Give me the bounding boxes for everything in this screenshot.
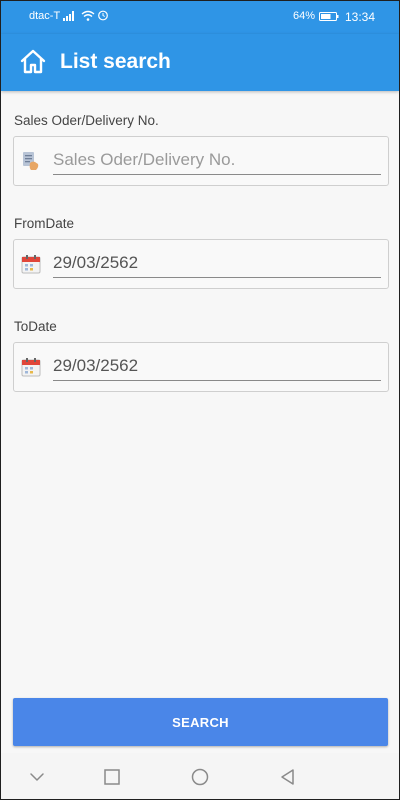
sales-order-field (13, 136, 389, 186)
app-bar: List search (1, 34, 399, 91)
back-icon[interactable] (279, 768, 297, 786)
to-date-label: ToDate (14, 319, 57, 334)
status-bar: dtac-T 64% 13:34 (1, 1, 399, 34)
from-date-label: FromDate (14, 216, 75, 231)
battery-icon (319, 12, 339, 21)
battery-percent: 64% (293, 10, 316, 22)
alarm-icon (98, 10, 108, 21)
wifi-icon (81, 10, 95, 21)
from-date-field (13, 239, 389, 289)
calendar-icon[interactable] (20, 356, 42, 378)
home-icon[interactable] (19, 48, 47, 76)
signal-icon (63, 11, 74, 21)
recent-apps-icon[interactable] (103, 768, 121, 786)
calendar-icon[interactable] (20, 253, 42, 275)
page-title: List search (60, 50, 171, 73)
from-date-input[interactable] (53, 249, 381, 278)
carrier-name: dtac-T (29, 10, 61, 22)
phone-screen: dtac-T 64% 13:34 List search Sales Oder/… (0, 0, 400, 800)
sales-order-label: Sales Oder/Delivery No. (14, 113, 159, 128)
sales-order-input[interactable] (53, 146, 381, 175)
home-circle-icon[interactable] (191, 768, 209, 786)
hide-keyboard-icon[interactable] (28, 768, 46, 786)
search-button[interactable]: SEARCH (13, 698, 388, 746)
status-time: 13:34 (345, 10, 376, 24)
document-hand-icon (23, 152, 39, 170)
to-date-field (13, 342, 389, 392)
to-date-input[interactable] (53, 352, 381, 381)
navigation-bar (1, 753, 399, 799)
